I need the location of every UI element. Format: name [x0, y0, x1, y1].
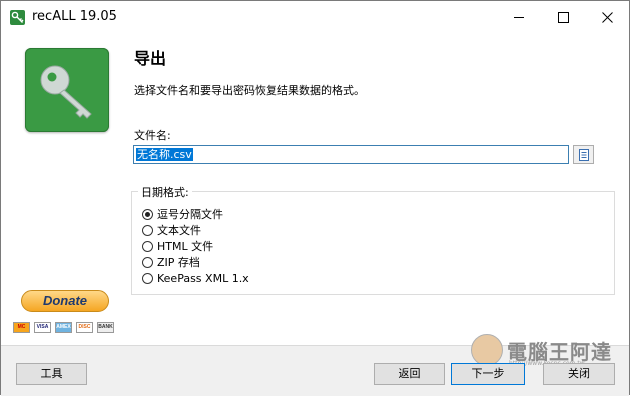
- key-icon: [25, 48, 109, 132]
- left-panel: Donate MC VISA AMEX DISC BANK: [1, 34, 125, 344]
- next-button[interactable]: 下一步: [451, 363, 525, 385]
- format-option-label: HTML 文件: [157, 240, 214, 253]
- mascot-icon: [471, 334, 503, 366]
- title-bar[interactable]: recALL 19.05: [1, 1, 629, 34]
- app-window: recALL 19.05 Donate MC VISA AMEX DISC BA…: [0, 0, 630, 396]
- bank-icon: BANK: [97, 322, 114, 333]
- watermark-logo: 電腦王阿達 http://www.kocpc.com.tw: [471, 334, 621, 367]
- donate-button[interactable]: Donate: [21, 290, 109, 312]
- close-button[interactable]: [585, 1, 629, 34]
- maximize-button[interactable]: [541, 1, 585, 34]
- discover-icon: DISC: [76, 322, 93, 333]
- page-description: 选择文件名和要导出密码恢复结果数据的格式。: [134, 84, 365, 97]
- minimize-icon: [514, 17, 524, 18]
- radio-button[interactable]: [142, 209, 153, 220]
- maximize-icon: [558, 12, 569, 23]
- back-button[interactable]: 返回: [374, 363, 445, 385]
- page-title: 导出: [134, 49, 167, 68]
- format-option-label: ZIP 存档: [157, 256, 200, 269]
- format-option-label: KeePass XML 1.x: [157, 272, 249, 285]
- file-name-input[interactable]: 无名称.csv: [133, 145, 569, 164]
- visa-icon: VISA: [34, 322, 51, 333]
- document-icon: [579, 149, 589, 161]
- file-name-value: 无名称.csv: [136, 148, 193, 161]
- close-icon: [602, 12, 613, 23]
- window-title: recALL 19.05: [32, 9, 117, 24]
- browse-button[interactable]: [573, 145, 594, 164]
- mastercard-icon: MC: [13, 322, 30, 333]
- radio-button[interactable]: [142, 241, 153, 252]
- format-option-label: 逗号分隔文件: [157, 208, 223, 221]
- radio-button[interactable]: [142, 225, 153, 236]
- radio-button[interactable]: [142, 273, 153, 284]
- format-option-label: 文本文件: [157, 224, 201, 237]
- app-icon: [10, 10, 25, 25]
- radio-button[interactable]: [142, 257, 153, 268]
- close-dialog-button[interactable]: 关闭: [543, 363, 615, 385]
- file-name-label: 文件名:: [134, 129, 171, 142]
- amex-icon: AMEX: [55, 322, 72, 333]
- minimize-button[interactable]: [497, 1, 541, 34]
- tools-button[interactable]: 工具: [16, 363, 87, 385]
- date-format-label: 日期格式:: [138, 184, 192, 200]
